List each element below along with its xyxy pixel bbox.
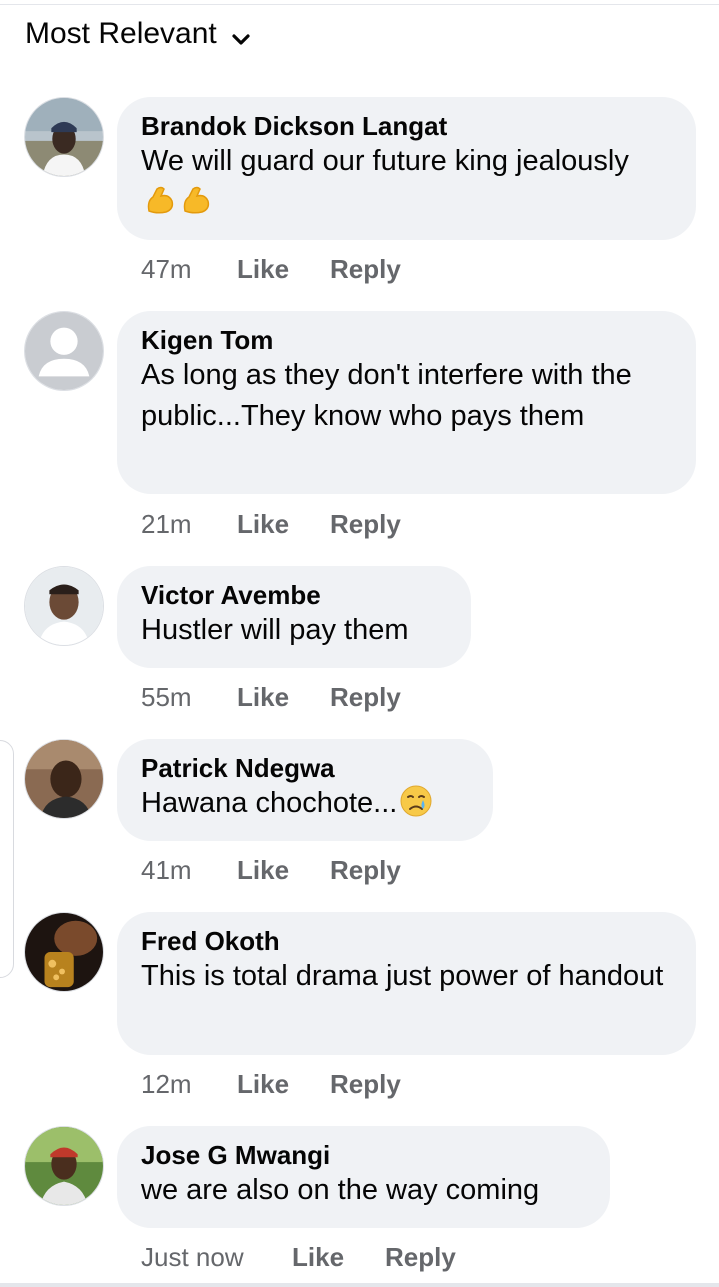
like-button[interactable]: Like: [237, 855, 289, 886]
sort-label: Most Relevant: [25, 17, 217, 50]
comment-actions: 41m Like Reply: [141, 855, 401, 886]
comment-author[interactable]: Jose G Mwangi: [141, 1140, 586, 1170]
comment-text: Hustler will pay them: [141, 614, 409, 646]
reply-button[interactable]: Reply: [330, 1069, 401, 1100]
comment-bubble: Patrick Ndegwa Hawana chochote...: [117, 739, 493, 841]
comment-actions: Just now Like Reply: [141, 1242, 456, 1273]
flexed-biceps-icon: [143, 183, 177, 217]
crying-face-icon: [399, 784, 433, 818]
comment-actions: 12m Like Reply: [141, 1069, 401, 1100]
comment-text: Hawana chochote...: [141, 783, 469, 824]
comment-bubble: Brandok Dickson Langat We will guard our…: [117, 97, 696, 240]
bottom-divider: [0, 1283, 719, 1287]
comment-timestamp[interactable]: 41m: [141, 855, 237, 886]
comment-author[interactable]: Brandok Dickson Langat: [141, 111, 672, 141]
reply-button[interactable]: Reply: [330, 254, 401, 285]
like-button[interactable]: Like: [292, 1242, 344, 1273]
side-panel-edge: [0, 740, 14, 978]
like-button[interactable]: Like: [237, 1069, 289, 1100]
reply-button[interactable]: Reply: [385, 1242, 456, 1273]
comment-text: We will guard our future king jealously: [141, 141, 672, 223]
comment-timestamp[interactable]: 21m: [141, 509, 237, 540]
comment-text: This is total drama just power of handou…: [141, 960, 664, 992]
comment-actions: 21m Like Reply: [141, 509, 401, 540]
chevron-down-icon: [231, 24, 251, 45]
comment-timestamp[interactable]: 55m: [141, 682, 237, 713]
avatar[interactable]: [24, 739, 104, 819]
avatar[interactable]: [24, 566, 104, 646]
reply-button[interactable]: Reply: [330, 855, 401, 886]
flexed-biceps-icon: [179, 183, 213, 217]
like-button[interactable]: Like: [237, 682, 289, 713]
comment-author[interactable]: Patrick Ndegwa: [141, 753, 469, 783]
comment-timestamp[interactable]: 47m: [141, 254, 237, 285]
reply-button[interactable]: Reply: [330, 509, 401, 540]
top-divider: [0, 4, 719, 5]
avatar[interactable]: [24, 1126, 104, 1206]
comment-actions: 47m Like Reply: [141, 254, 401, 285]
avatar[interactable]: [24, 912, 104, 992]
sort-dropdown[interactable]: Most Relevant: [25, 17, 251, 51]
comment-author[interactable]: Victor Avembe: [141, 580, 447, 610]
avatar[interactable]: [24, 311, 104, 391]
comment-author[interactable]: Fred Okoth: [141, 926, 672, 956]
comment-actions: 55m Like Reply: [141, 682, 401, 713]
avatar[interactable]: [24, 97, 104, 177]
comment-text: As long as they don't interfere with the…: [141, 359, 632, 432]
comment-text: we are also on the way coming: [141, 1174, 540, 1206]
comment-author[interactable]: Kigen Tom: [141, 325, 672, 355]
like-button[interactable]: Like: [237, 509, 289, 540]
comment-bubble: Victor Avembe Hustler will pay them: [117, 566, 471, 668]
reply-button[interactable]: Reply: [330, 682, 401, 713]
comment-bubble: Jose G Mwangi we are also on the way com…: [117, 1126, 610, 1228]
like-button[interactable]: Like: [237, 254, 289, 285]
comment-bubble: Kigen Tom As long as they don't interfer…: [117, 311, 696, 494]
comment-bubble: Fred Okoth This is total drama just powe…: [117, 912, 696, 1055]
comment-timestamp[interactable]: Just now: [141, 1242, 292, 1273]
comment-timestamp[interactable]: 12m: [141, 1069, 237, 1100]
